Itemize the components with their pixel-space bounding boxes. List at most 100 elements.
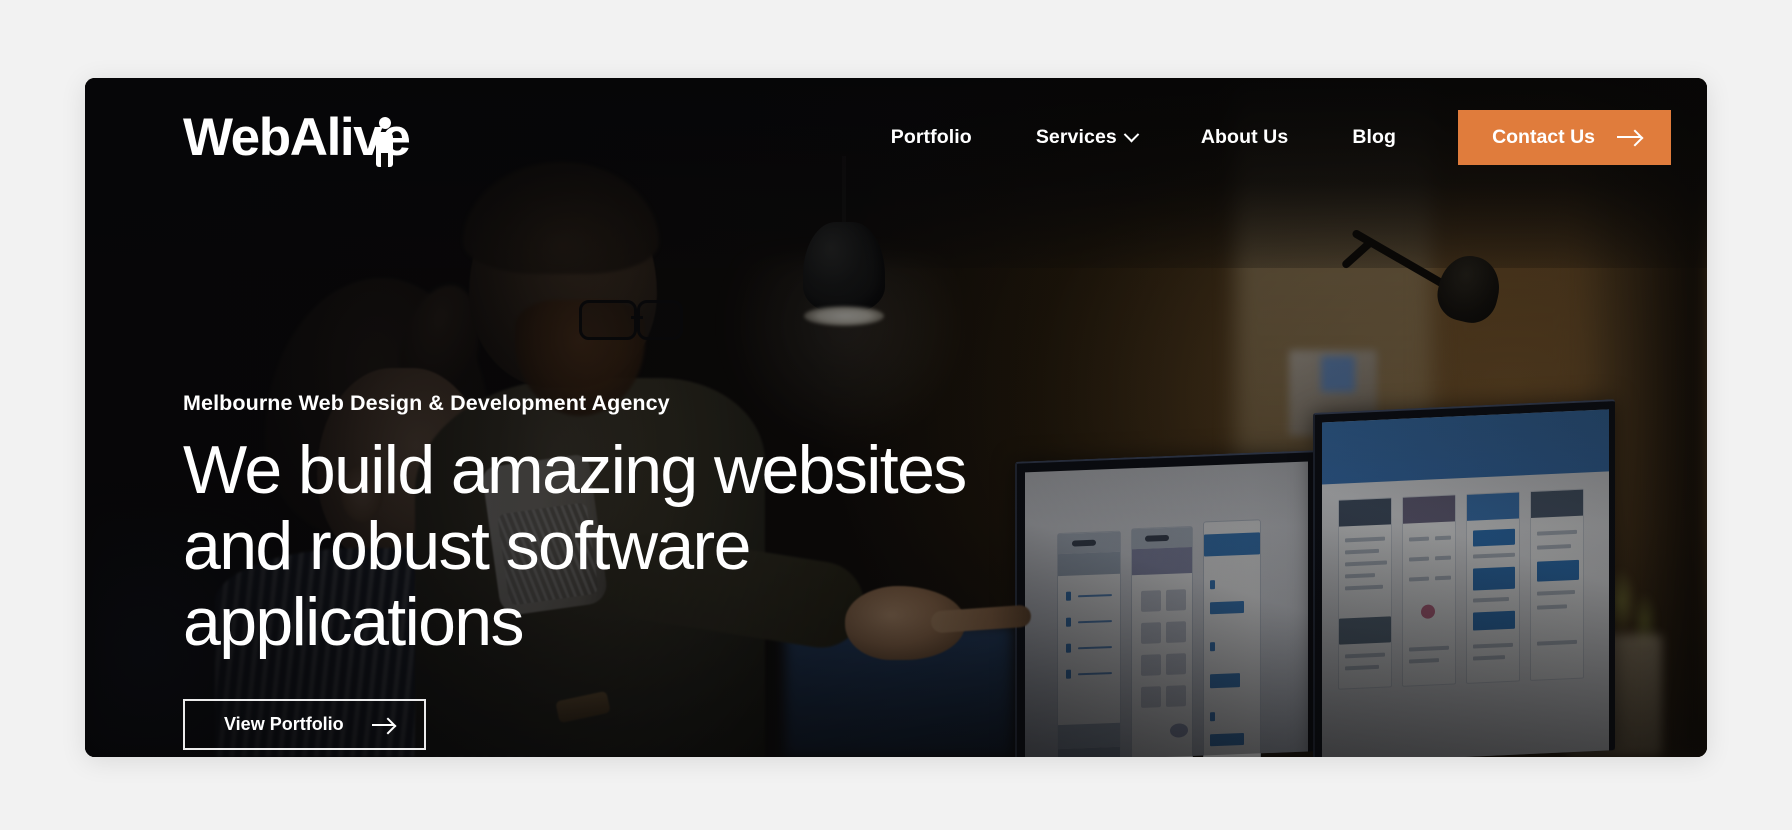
wireframe-tile <box>1141 590 1161 612</box>
monitor-left <box>1015 450 1315 757</box>
dashboard-column-2 <box>1402 494 1456 687</box>
wireframe-bullet <box>1066 591 1071 601</box>
nav-label-services: Services <box>1035 125 1117 148</box>
nav-item-portfolio[interactable]: Portfolio <box>859 126 1004 149</box>
wireframe-bullet <box>1066 617 1071 627</box>
column-row <box>1537 639 1577 646</box>
dashboard-column-3 <box>1466 491 1520 684</box>
pendant-lamp-shade <box>803 222 885 314</box>
nav-item-blog[interactable]: Blog <box>1320 126 1428 149</box>
column-row <box>1345 573 1375 579</box>
column-row <box>1409 645 1449 652</box>
wireframe-bullet <box>1210 712 1215 722</box>
person-figure-head <box>379 116 391 129</box>
column-indicator <box>1421 604 1435 619</box>
person-figure-icon <box>376 116 393 167</box>
dashboard-column-4 <box>1530 488 1584 682</box>
wireframe-tile <box>1166 653 1186 675</box>
column-blue-block <box>1473 566 1515 591</box>
arrow-right-icon <box>371 723 394 727</box>
column-header <box>1403 495 1455 524</box>
column-row <box>1473 655 1505 661</box>
column-row <box>1409 576 1429 582</box>
wireframe-phone-3 <box>1203 519 1261 757</box>
wireframe-text-line <box>1078 672 1112 676</box>
column-row <box>1537 604 1567 610</box>
pendant-lamp-bulb <box>804 306 884 326</box>
hero-headline-line-2: and robust software <box>183 507 751 584</box>
nav-label-blog: Blog <box>1352 125 1397 148</box>
hero-card: WebAlive Portfolio Services About Us Blo… <box>85 78 1707 757</box>
column-footer-band <box>1339 616 1391 645</box>
main-navigation: Portfolio Services About Us Blog Contact… <box>859 109 1671 165</box>
wireframe-bullet <box>1066 669 1071 679</box>
wireframe-blue-chip <box>1210 600 1244 615</box>
wireframe-tile <box>1166 621 1186 643</box>
column-row <box>1409 536 1429 542</box>
page-root: WebAlive Portfolio Services About Us Blo… <box>0 0 1792 830</box>
wireframe-blue-header <box>1204 532 1260 557</box>
hero-content: Melbourne Web Design & Development Agenc… <box>183 391 967 751</box>
nav-item-about-us[interactable]: About Us <box>1169 126 1320 149</box>
dashboard-column-1 <box>1338 497 1392 690</box>
wireframe-text-line <box>1078 620 1112 624</box>
column-row <box>1345 548 1379 555</box>
nav-item-services[interactable]: Services <box>1004 126 1169 149</box>
contact-us-label: Contact Us <box>1492 125 1595 148</box>
contact-us-button[interactable]: Contact Us <box>1458 109 1671 165</box>
column-blue-block <box>1473 528 1515 547</box>
hero-headline: We build amazing websites and robust sof… <box>183 432 967 660</box>
column-row <box>1537 529 1577 536</box>
column-row <box>1537 589 1575 596</box>
column-row <box>1345 652 1385 659</box>
nav-label-about-us: About Us <box>1200 125 1289 148</box>
wireframe-tile <box>1166 589 1186 611</box>
arrow-right-icon <box>1617 135 1641 139</box>
column-row <box>1345 560 1387 567</box>
column-row <box>1473 642 1513 649</box>
wall-picture-inner <box>1321 356 1355 392</box>
wireframe-appbar <box>1132 546 1192 576</box>
column-row <box>1345 664 1379 671</box>
column-header <box>1531 489 1583 518</box>
monitor-right-topbar <box>1322 409 1609 485</box>
wireframe-phone-1 <box>1057 530 1121 757</box>
wireframe-blue-chip <box>1210 673 1240 689</box>
wireframe-phone-notch <box>1145 534 1170 542</box>
wireframe-bullet <box>1066 643 1071 653</box>
wireframe-fab <box>1170 723 1188 738</box>
site-logo[interactable]: WebAlive <box>183 111 411 167</box>
column-header <box>1467 492 1519 521</box>
monitor-right-screen <box>1322 409 1609 757</box>
chevron-down-icon <box>1123 126 1140 142</box>
wireframe-tile <box>1141 622 1161 644</box>
hero-eyebrow: Melbourne Web Design & Development Agenc… <box>183 391 670 415</box>
eyeglasses-left-lens <box>579 300 637 340</box>
wireframe-text-line <box>1078 646 1112 650</box>
column-blue-block <box>1537 559 1579 582</box>
wireframe-phone-2 <box>1131 525 1193 757</box>
column-row <box>1435 535 1451 541</box>
column-row <box>1409 658 1439 664</box>
wireframe-tile <box>1166 685 1186 707</box>
column-header <box>1339 498 1391 527</box>
person-figure-legs-gap <box>381 152 388 167</box>
monitor-right <box>1313 399 1615 757</box>
wireframe-phone-notch <box>1071 539 1097 547</box>
wireframe-bullet <box>1210 642 1215 652</box>
column-row <box>1435 555 1451 561</box>
view-portfolio-label: View Portfolio <box>224 714 344 735</box>
hero-headline-line-3: applications <box>183 583 525 660</box>
view-portfolio-button[interactable]: View Portfolio <box>183 699 426 751</box>
wireframe-tabbar <box>1058 746 1120 757</box>
column-row <box>1345 584 1383 591</box>
hero-headline-line-1: We build amazing websites <box>183 432 967 508</box>
column-row <box>1409 556 1429 562</box>
wireframe-appbar <box>1058 551 1120 577</box>
wireframe-tile <box>1141 686 1161 708</box>
wireframe-phone-statusbar <box>1132 526 1192 550</box>
wireframe-bullet <box>1210 580 1215 590</box>
nav-label-portfolio: Portfolio <box>890 125 972 148</box>
site-header: WebAlive Portfolio Services About Us Blo… <box>85 78 1707 196</box>
wireframe-blue-chip <box>1210 732 1244 747</box>
